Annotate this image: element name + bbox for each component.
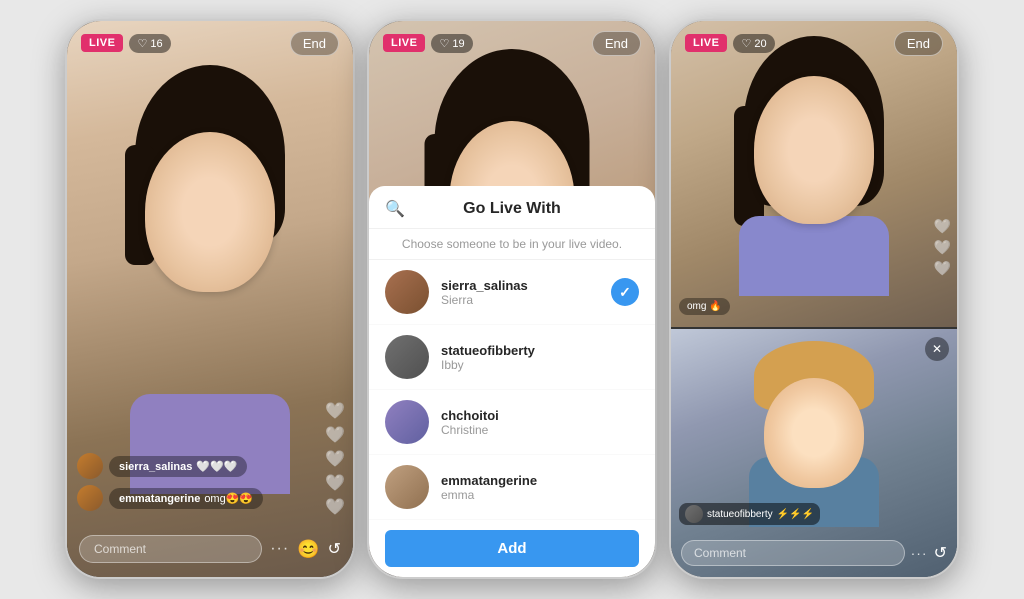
- right-three-dots-icon[interactable]: ···: [911, 545, 928, 561]
- user-avatar-chchoitoi: [385, 400, 429, 444]
- user-item-chchoitoi[interactable]: chchoitoi Christine: [369, 390, 655, 455]
- screens-container: LIVE ♡ 16 End 🤍 🤍 🤍 🤍 🤍 sierra_salinas🤍�: [45, 0, 979, 599]
- user-check-sierra: ✓: [611, 278, 639, 306]
- user-handle-chchoitoi: chchoitoi: [441, 408, 639, 423]
- left-hearts: 🤍 🤍 🤍 🤍 🤍: [325, 401, 345, 517]
- right-face: [754, 76, 874, 224]
- right-shirt: [739, 216, 889, 296]
- modal-subtitle: Choose someone to be in your live video.: [369, 229, 655, 260]
- right-bottom-bar: Comment ··· ↺: [671, 529, 957, 577]
- right-end-button[interactable]: End: [894, 31, 943, 56]
- user-name-chchoitoi: Christine: [441, 423, 639, 437]
- guest-face: [764, 378, 864, 488]
- comment-placeholder: Comment: [94, 542, 146, 556]
- comment-item: sierra_salinas🤍🤍🤍: [77, 453, 313, 479]
- comment-username: sierra_salinas: [119, 461, 192, 473]
- user-name-emmatangerine: emma: [441, 488, 639, 502]
- right-phone: LIVE ♡ 20 End omg 🔥 🤍 🤍 🤍: [669, 19, 959, 579]
- modal-overlay: 🔍 Go Live With Choose someone to be in y…: [369, 21, 655, 577]
- left-emoji-icon[interactable]: 😊: [297, 539, 319, 560]
- right-omg-comment: omg 🔥: [679, 298, 730, 315]
- comment-text: emmatangerineomg😍😍: [109, 488, 263, 509]
- right-phone-screen: LIVE ♡ 20 End omg 🔥 🤍 🤍 🤍: [671, 21, 957, 577]
- right-comment-placeholder: Comment: [694, 546, 746, 560]
- comment-avatar: [77, 453, 103, 479]
- modal-header: 🔍 Go Live With: [369, 186, 655, 229]
- comment-username: emmatangerine: [119, 493, 200, 505]
- right-top-left: LIVE ♡ 20: [685, 34, 775, 53]
- user-name-statueofibberty: Ibby: [441, 358, 639, 372]
- go-live-with-panel: 🔍 Go Live With Choose someone to be in y…: [369, 186, 655, 577]
- right-comment-input[interactable]: Comment: [681, 540, 905, 566]
- user-handle-sierra: sierra_salinas: [441, 278, 599, 293]
- user-info-sierra: sierra_salinas Sierra: [441, 278, 599, 307]
- left-phone-screen: LIVE ♡ 16 End 🤍 🤍 🤍 🤍 🤍 sierra_salinas🤍�: [67, 21, 353, 577]
- left-top-left: LIVE ♡ 16: [81, 34, 171, 53]
- user-list: sierra_salinas Sierra ✓ statueofibberty …: [369, 260, 655, 520]
- split-bottom-video: ✕ statueofibberty ⚡⚡⚡ Comment: [671, 327, 957, 577]
- add-button[interactable]: Add: [385, 530, 639, 567]
- right-hearts: 🤍 🤍 🤍: [934, 218, 951, 277]
- right-viewer-count: ♡ 20: [733, 34, 774, 53]
- right-refresh-icon[interactable]: ↺: [934, 543, 947, 563]
- guest-emoji: ⚡⚡⚡: [777, 509, 814, 520]
- left-bottom-bar: Comment ··· 😊 ↺: [67, 521, 353, 577]
- modal-title: Go Live With: [463, 200, 561, 218]
- comment-text: sierra_salinas🤍🤍🤍: [109, 456, 247, 477]
- middle-phone-screen: LIVE ♡ 19 End 🔍 Go Live With Choose some…: [369, 21, 655, 577]
- guest-small-avatar: [685, 505, 703, 523]
- user-avatar-sierra: [385, 270, 429, 314]
- user-item-emmatangerine[interactable]: emmatangerine emma: [369, 455, 655, 520]
- left-phone: LIVE ♡ 16 End 🤍 🤍 🤍 🤍 🤍 sierra_salinas🤍�: [65, 19, 355, 579]
- user-handle-statueofibberty: statueofibberty: [441, 343, 639, 358]
- close-guest-button[interactable]: ✕: [925, 337, 949, 361]
- user-info-statueofibberty: statueofibberty Ibby: [441, 343, 639, 372]
- split-top-video: LIVE ♡ 20 End omg 🔥 🤍 🤍 🤍: [671, 21, 957, 327]
- left-three-dots-icon[interactable]: ···: [270, 540, 289, 558]
- right-top-comment-area: omg 🔥: [679, 296, 730, 319]
- modal-search-icon[interactable]: 🔍: [385, 199, 405, 219]
- user-avatar-statueofibberty: [385, 335, 429, 379]
- left-refresh-icon[interactable]: ↺: [328, 539, 341, 559]
- user-info-chchoitoi: chchoitoi Christine: [441, 408, 639, 437]
- user-info-emmatangerine: emmatangerine emma: [441, 473, 639, 502]
- guest-username-area: statueofibberty ⚡⚡⚡: [679, 503, 820, 525]
- left-end-button[interactable]: End: [290, 31, 339, 56]
- left-comments-area: sierra_salinas🤍🤍🤍 emmatangerineomg😍😍: [77, 453, 313, 517]
- right-top-bar: LIVE ♡ 20 End: [671, 21, 957, 65]
- user-avatar-emmatangerine: [385, 465, 429, 509]
- user-item-statueofibberty[interactable]: statueofibberty Ibby: [369, 325, 655, 390]
- left-face: [145, 132, 275, 292]
- guest-username-text: statueofibberty: [707, 509, 773, 520]
- left-viewer-count: ♡ 16: [129, 34, 170, 53]
- left-comment-input[interactable]: Comment: [79, 535, 262, 563]
- comment-item: emmatangerineomg😍😍: [77, 485, 313, 511]
- middle-phone: LIVE ♡ 19 End 🔍 Go Live With Choose some…: [367, 19, 657, 579]
- left-live-badge: LIVE: [81, 34, 123, 52]
- split-screen: LIVE ♡ 20 End omg 🔥 🤍 🤍 🤍: [671, 21, 957, 577]
- user-handle-emmatangerine: emmatangerine: [441, 473, 639, 488]
- right-live-badge: LIVE: [685, 34, 727, 52]
- left-top-bar: LIVE ♡ 16 End: [67, 21, 353, 65]
- comment-avatar: [77, 485, 103, 511]
- user-item-sierra[interactable]: sierra_salinas Sierra ✓: [369, 260, 655, 325]
- user-name-sierra: Sierra: [441, 293, 599, 307]
- guest-username-label: statueofibberty ⚡⚡⚡: [679, 503, 820, 525]
